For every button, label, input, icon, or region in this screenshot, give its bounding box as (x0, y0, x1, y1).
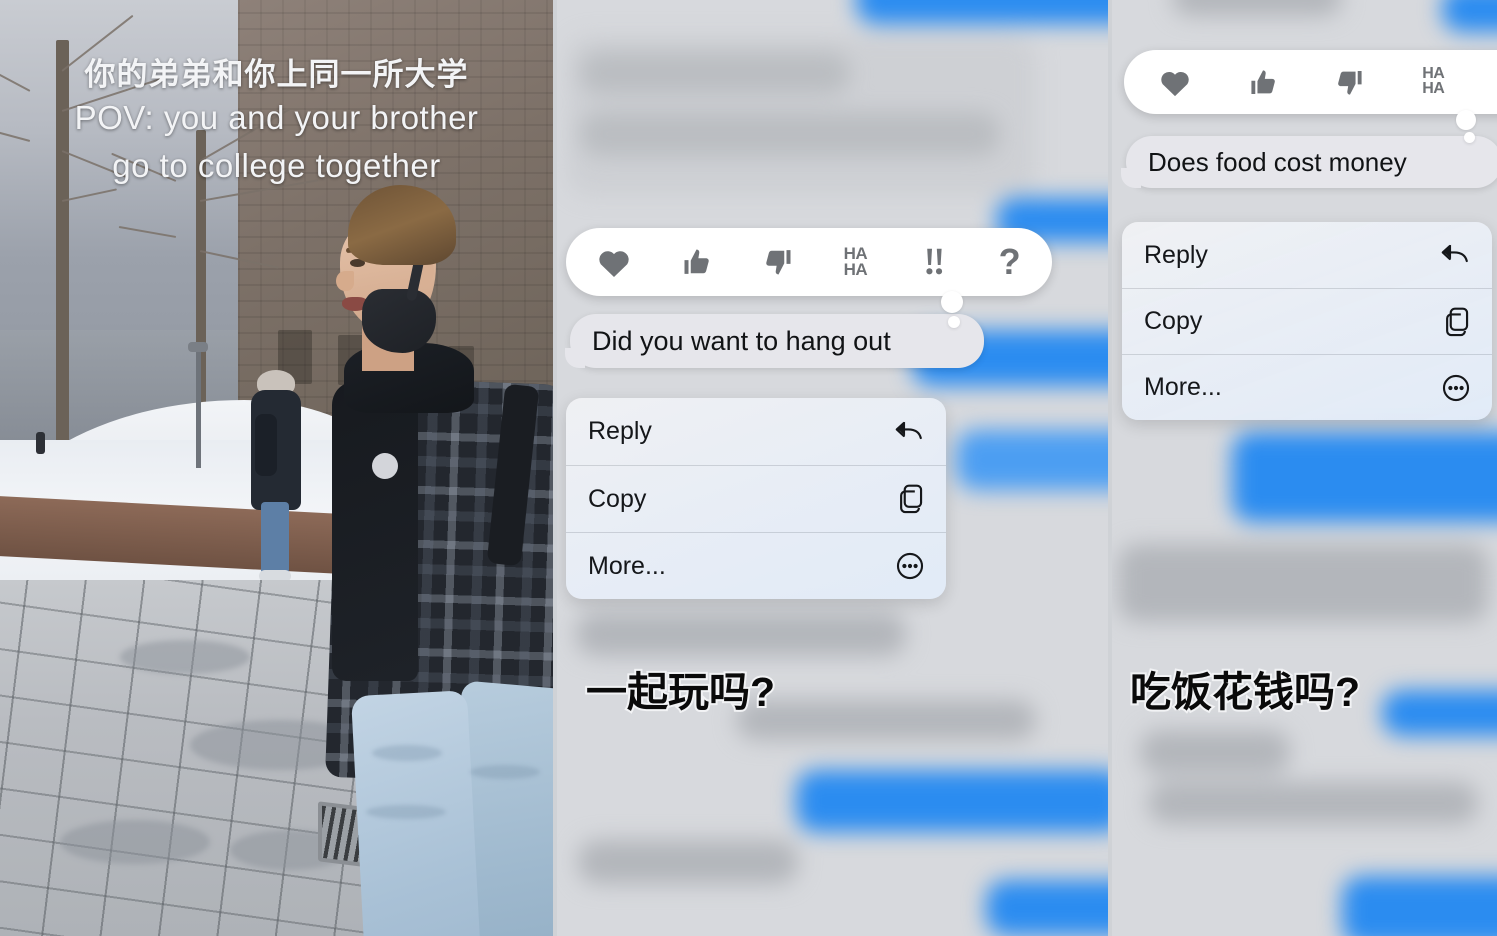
copy-pages-icon (1443, 307, 1470, 337)
focused-message-text-right: Does food cost money (1148, 146, 1407, 177)
thumbs-down-reaction-icon[interactable] (737, 247, 818, 277)
menu-label-reply-right: Reply (1144, 240, 1208, 269)
haha-line-2: HA (1422, 80, 1445, 97)
reply-arrow-icon (1440, 242, 1470, 268)
exclamation-reaction-icon[interactable] (1473, 67, 1497, 98)
focused-message-bubble-right[interactable]: Does food cost money (1121, 136, 1497, 188)
reaction-bar-right[interactable]: HA HA (1124, 50, 1497, 114)
menu-label-more-right: More... (1144, 373, 1222, 401)
haha-reaction-icon[interactable]: HA HA (1393, 66, 1473, 97)
menu-label-more-middle: More... (588, 551, 666, 580)
heart-reaction-icon[interactable] (1130, 68, 1220, 97)
imessage-panel-right: HA HA Does food cost money Reply Copy Mo… (1112, 0, 1497, 936)
reply-arrow-icon (894, 419, 924, 445)
focused-message-bubble-middle[interactable]: Did you want to hang out (565, 314, 984, 368)
copy-pages-icon (897, 484, 924, 514)
question-reaction-icon[interactable]: ? (973, 244, 1046, 280)
main-subject-figure (300, 185, 553, 936)
street-lamp (196, 348, 201, 468)
menu-item-reply-middle[interactable]: Reply (566, 398, 946, 465)
reaction-tail-dot-large-middle (941, 291, 963, 313)
menu-item-more-right[interactable]: More... (1122, 354, 1492, 420)
menu-label-copy-right: Copy (1144, 307, 1203, 335)
more-ellipsis-icon (1442, 374, 1470, 402)
exclamation-reaction-icon[interactable] (893, 246, 974, 278)
haha-reaction-icon[interactable]: HA HA (818, 246, 892, 279)
street-lamp-head (188, 342, 208, 352)
panel-divider-1 (553, 0, 557, 936)
burned-in-subtitle-right: 吃饭花钱吗? (1128, 667, 1362, 717)
question-glyph: ? (998, 241, 1021, 282)
thumbs-up-reaction-icon[interactable] (657, 247, 738, 277)
thumbs-up-reaction-icon[interactable] (1220, 68, 1307, 97)
reaction-bar-middle[interactable]: HA HA ? (566, 228, 1052, 296)
context-menu-middle[interactable]: Reply Copy More... (566, 398, 946, 599)
reaction-tail-dot-large-right (1456, 110, 1476, 130)
imessage-panel-middle: HA HA ? Did you want to hang out Reply C… (556, 0, 1108, 936)
heart-reaction-icon[interactable] (572, 247, 657, 278)
menu-label-reply-middle: Reply (588, 417, 652, 445)
menu-item-reply-right[interactable]: Reply (1122, 222, 1492, 288)
screenshot-stage: 你的弟弟和你上同一所大学 POV: you and your brother g… (0, 0, 1497, 936)
burned-in-subtitle-middle: 一起玩吗? (584, 667, 777, 717)
context-menu-right[interactable]: Reply Copy More... (1122, 222, 1492, 420)
haha-line-2: HA (843, 260, 868, 279)
panel-divider-2 (1108, 0, 1112, 936)
bystander-figure (243, 370, 305, 590)
menu-label-copy-middle: Copy (588, 484, 647, 513)
menu-item-more-middle[interactable]: More... (566, 532, 946, 599)
more-ellipsis-icon (896, 552, 924, 580)
reaction-tail-dot-small-right (1464, 132, 1475, 143)
thumbs-down-reaction-icon[interactable] (1307, 68, 1394, 97)
reaction-tail-dot-small-middle (948, 316, 960, 328)
campus-photo-panel: 你的弟弟和你上同一所大学 POV: you and your brother g… (0, 0, 553, 936)
menu-item-copy-middle[interactable]: Copy (566, 465, 946, 532)
menu-item-copy-right[interactable]: Copy (1122, 288, 1492, 354)
focused-message-text-middle: Did you want to hang out (592, 325, 891, 356)
distant-pedestrian-3 (36, 432, 45, 454)
